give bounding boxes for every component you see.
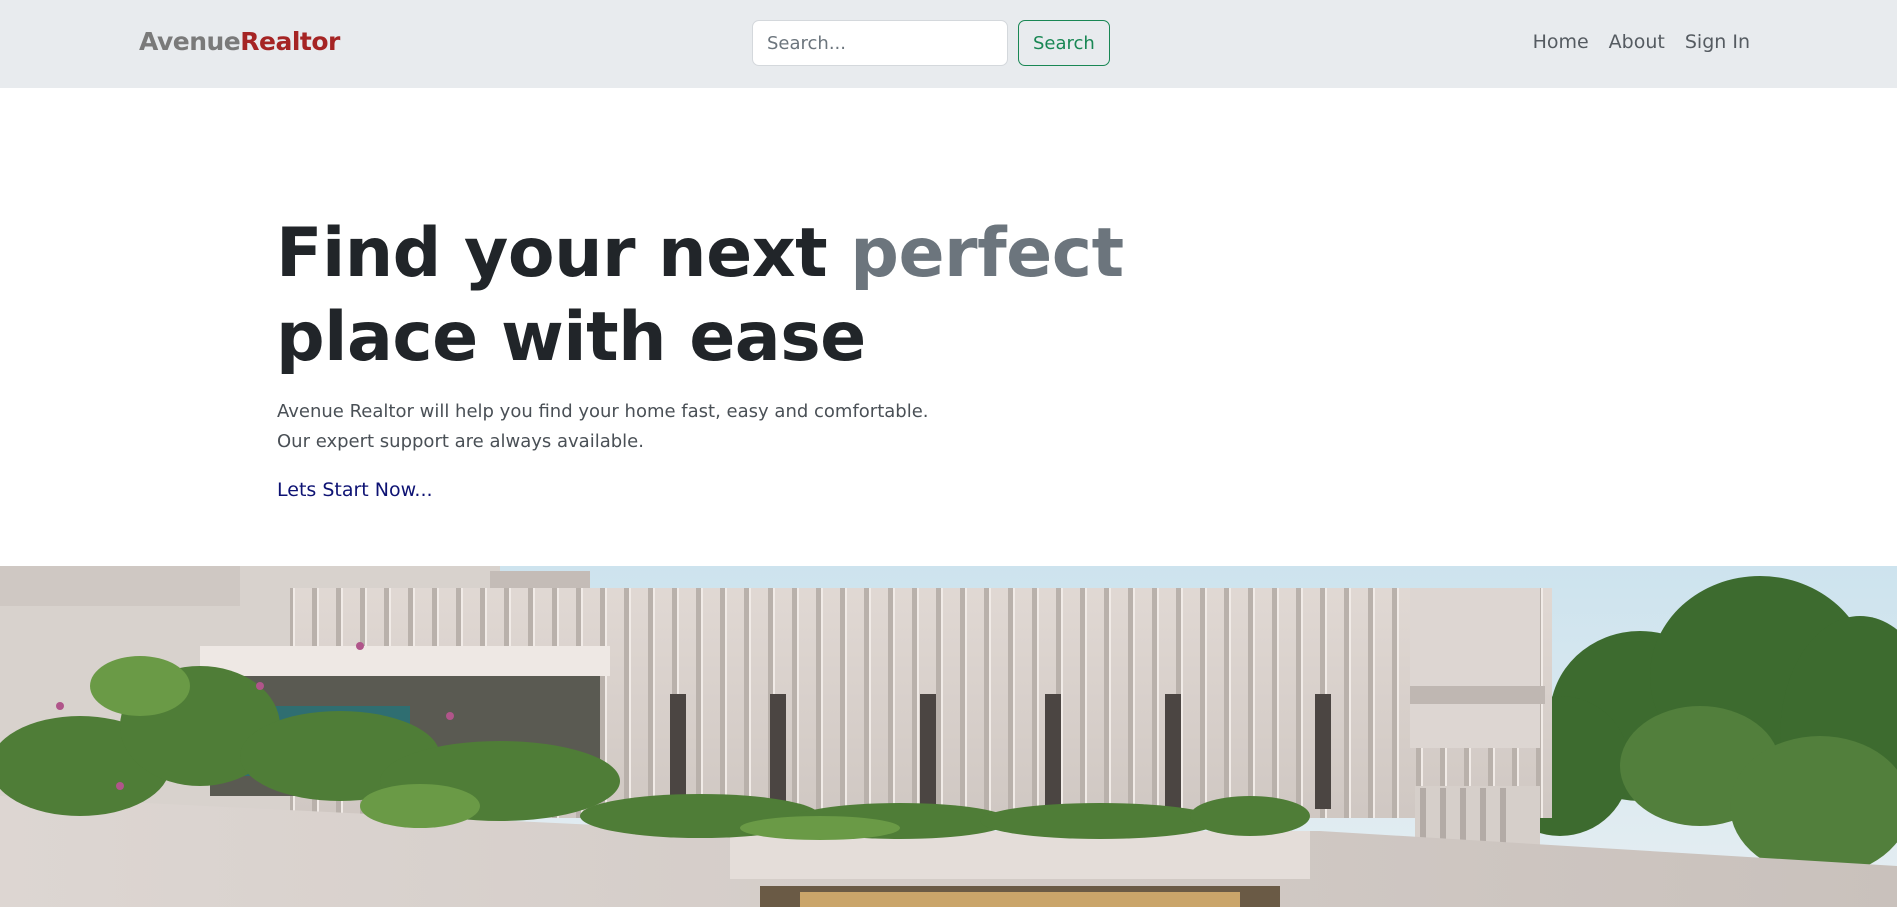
search-form: Search	[752, 20, 1110, 66]
nav-link-home[interactable]: Home	[1533, 31, 1589, 53]
search-input[interactable]	[752, 20, 1008, 66]
hero-description-line1: Avenue Realtor will help you find your h…	[277, 401, 929, 422]
hero-title-part2: place with ease	[276, 298, 866, 377]
brand-name-part1: Avenue	[139, 27, 241, 56]
hero-title: Find your next perfect place with ease	[276, 212, 1124, 380]
nav-links: Home About Sign In	[1533, 31, 1750, 53]
navbar: AvenueRealtor Search Home About Sign In	[0, 0, 1897, 88]
hero-description: Avenue Realtor will help you find your h…	[277, 397, 929, 457]
brand-logo[interactable]: AvenueRealtor	[139, 27, 340, 56]
nav-link-about[interactable]: About	[1609, 31, 1665, 53]
brand-name-part2: Realtor	[240, 27, 340, 56]
hero-house-image	[0, 566, 1897, 907]
search-button[interactable]: Search	[1018, 20, 1110, 66]
lets-start-link[interactable]: Lets Start Now...	[277, 479, 433, 501]
nav-link-sign-in[interactable]: Sign In	[1685, 31, 1750, 53]
hero-title-accent: perfect	[850, 214, 1124, 293]
hero-description-line2: Our expert support are always available.	[277, 431, 644, 452]
hero-title-part1: Find your next	[276, 214, 851, 293]
